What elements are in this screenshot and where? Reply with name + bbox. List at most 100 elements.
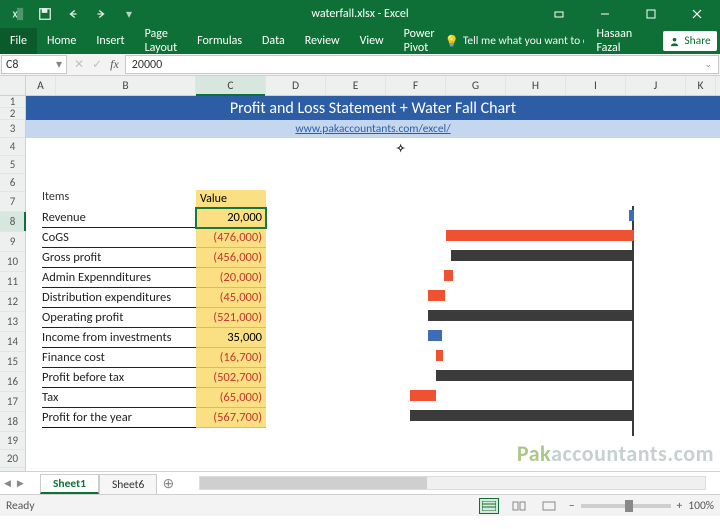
sheet-canvas[interactable]: Profit and Loss Statement + Water Fall C… — [26, 96, 720, 471]
tab-file[interactable]: File — [0, 28, 37, 54]
row-label[interactable]: Revenue — [42, 208, 204, 228]
row-15[interactable]: 15 — [0, 352, 25, 372]
value-cell[interactable]: (16,700) — [196, 348, 266, 368]
row-label[interactable]: CoGS — [42, 228, 204, 248]
tab-insert[interactable]: Insert — [86, 28, 134, 54]
add-sheet-button[interactable]: ⊕ — [157, 475, 179, 492]
zoom-in-button[interactable]: + — [677, 499, 683, 513]
row-label[interactable]: Profit for the year — [42, 408, 204, 428]
account-name[interactable]: Hasaan Fazal — [588, 28, 659, 54]
row-label[interactable]: Finance cost — [42, 348, 204, 368]
page-title: Profit and Loss Statement + Water Fall C… — [26, 96, 720, 120]
value-cell[interactable]: (65,000) — [196, 388, 266, 408]
tab-power-pivot[interactable]: Power Pivot — [394, 28, 445, 54]
value-cell[interactable]: (521,000) — [196, 308, 266, 328]
horizontal-scrollbar[interactable] — [199, 476, 706, 490]
select-all-corner[interactable] — [0, 76, 26, 95]
chevron-down-icon[interactable]: ▾ — [56, 57, 62, 72]
sheet-nav-next-icon[interactable]: ▶ — [17, 478, 24, 489]
tell-me[interactable]: 💡 Tell me what you want to do... — [445, 34, 585, 49]
col-H[interactable]: H — [506, 76, 566, 95]
row-label[interactable]: Distribution expenditures — [42, 288, 204, 308]
ribbon-options-icon[interactable] — [536, 0, 582, 28]
col-A[interactable]: A — [26, 76, 56, 95]
row-20[interactable]: 20 — [0, 450, 25, 468]
sheet-nav-prev-icon[interactable]: ◀ — [4, 478, 11, 489]
col-C[interactable]: C — [196, 76, 266, 95]
row-6[interactable]: 6 — [0, 174, 25, 192]
value-cell[interactable]: 20,000 — [196, 208, 266, 228]
cancel-formula-icon[interactable]: ✕ — [74, 57, 84, 72]
row-12[interactable]: 12 — [0, 292, 25, 312]
row-2[interactable]: 2 — [0, 108, 25, 120]
row-10[interactable]: 10 — [0, 252, 25, 272]
row-label[interactable]: Income from investments — [42, 328, 204, 348]
row-11[interactable]: 11 — [0, 272, 25, 292]
tab-formulas[interactable]: Formulas — [187, 28, 252, 54]
tab-view[interactable]: View — [350, 28, 394, 54]
row-4[interactable]: 4 — [0, 138, 25, 156]
col-G[interactable]: G — [446, 76, 506, 95]
col-D[interactable]: D — [266, 76, 326, 95]
name-box[interactable]: C8 ▾ — [1, 55, 67, 74]
col-J[interactable]: J — [626, 76, 686, 95]
value-cell[interactable]: (20,000) — [196, 268, 266, 288]
tab-review[interactable]: Review — [295, 28, 350, 54]
row-19[interactable]: 19 — [0, 432, 25, 450]
value-cell[interactable]: 35,000 — [196, 328, 266, 348]
row-14[interactable]: 14 — [0, 332, 25, 352]
value-cell[interactable]: (476,000) — [196, 228, 266, 248]
undo-icon[interactable] — [62, 3, 84, 25]
redo-icon[interactable] — [90, 3, 112, 25]
tab-page-layout[interactable]: Page Layout — [135, 28, 188, 54]
zoom-level[interactable]: 100% — [688, 499, 714, 513]
sheet-tab[interactable]: Sheet1 — [40, 474, 99, 494]
value-cell[interactable]: (502,700) — [196, 368, 266, 388]
enter-formula-icon[interactable]: ✓ — [92, 57, 102, 72]
close-button[interactable] — [674, 0, 720, 28]
page-layout-view-icon[interactable] — [509, 498, 529, 514]
row-label[interactable]: Operating profit — [42, 308, 204, 328]
zoom-out-button[interactable]: − — [569, 499, 575, 513]
subtitle-link[interactable]: www.pakaccountants.com/excel/ — [26, 120, 720, 138]
row-7[interactable]: 7 — [0, 192, 25, 212]
col-E[interactable]: E — [326, 76, 386, 95]
row-8[interactable]: 8 — [0, 212, 25, 232]
page-break-view-icon[interactable] — [539, 498, 559, 514]
row-16[interactable]: 16 — [0, 372, 25, 392]
maximize-button[interactable] — [628, 0, 674, 28]
row-18[interactable]: 18 — [0, 412, 25, 432]
qat-customize-icon[interactable]: ▾ — [118, 3, 140, 25]
watermark: Pakaccountants.com — [517, 440, 714, 467]
tab-data[interactable]: Data — [252, 28, 295, 54]
save-icon[interactable] — [34, 3, 56, 25]
excel-app-icon: X — [6, 3, 28, 25]
col-F[interactable]: F — [386, 76, 446, 95]
zoom-slider[interactable] — [581, 504, 671, 508]
row-9[interactable]: 9 — [0, 232, 25, 252]
fx-icon[interactable]: fx — [110, 57, 119, 72]
sheet-tab-bar: ◀ ▶ Sheet1 Sheet6 ⊕ — [0, 471, 720, 494]
row-17[interactable]: 17 — [0, 392, 25, 412]
row-label[interactable]: Profit before tax — [42, 368, 204, 388]
value-cell[interactable]: (456,000) — [196, 248, 266, 268]
row-label[interactable]: Gross profit — [42, 248, 204, 268]
value-cell[interactable]: (45,000) — [196, 288, 266, 308]
normal-view-icon[interactable] — [479, 498, 499, 514]
tab-home[interactable]: Home — [37, 28, 86, 54]
share-button[interactable]: Share — [663, 31, 716, 51]
col-K[interactable]: K — [686, 76, 716, 95]
row-3[interactable]: 3 — [0, 120, 25, 138]
row-13[interactable]: 13 — [0, 312, 25, 332]
row-label[interactable]: Admin Expennditures — [42, 268, 204, 288]
formula-input[interactable]: 20000 ⌄ — [125, 55, 719, 74]
col-I[interactable]: I — [566, 76, 626, 95]
expand-formula-bar-icon[interactable]: ⌄ — [704, 59, 712, 70]
col-B[interactable]: B — [56, 76, 196, 95]
svg-text:X: X — [13, 11, 18, 21]
row-label[interactable]: Tax — [42, 388, 204, 408]
row-5[interactable]: 5 — [0, 156, 25, 174]
sheet-tab[interactable]: Sheet6 — [99, 474, 157, 494]
minimize-button[interactable] — [582, 0, 628, 28]
value-cell[interactable]: (567,700) — [196, 408, 266, 428]
